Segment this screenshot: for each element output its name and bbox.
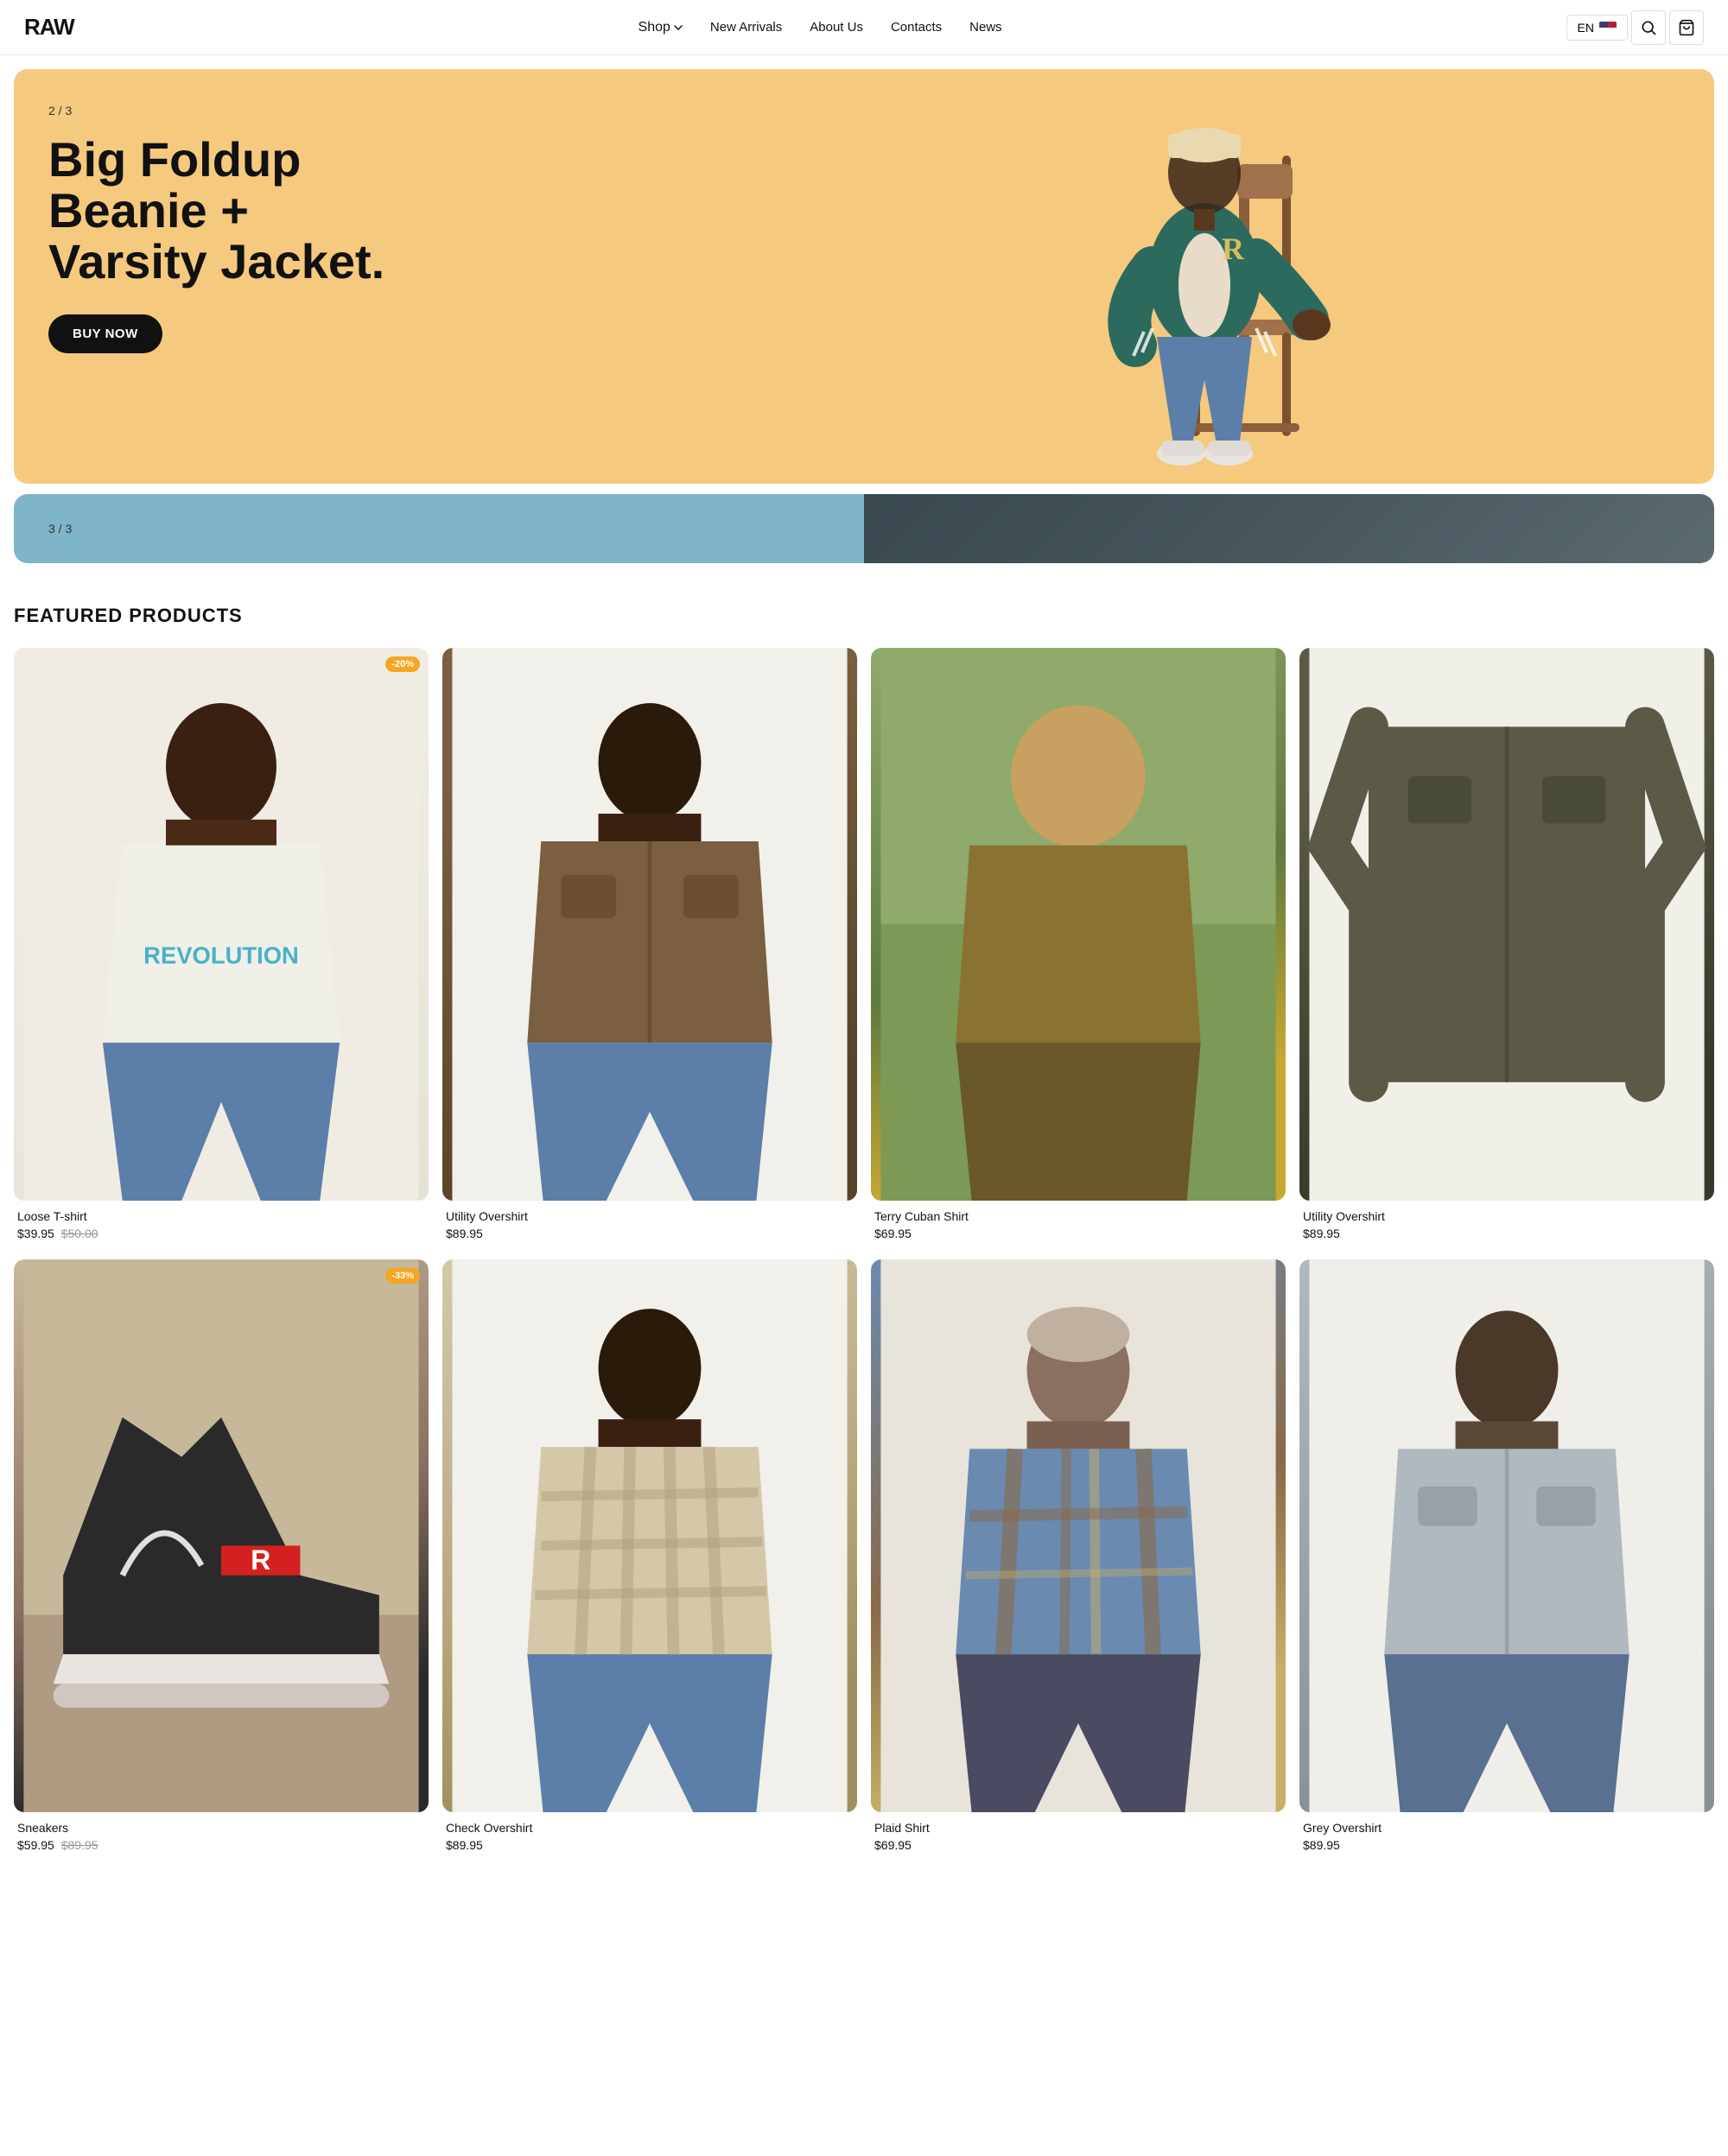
search-button[interactable] — [1631, 10, 1666, 45]
hero-model-svg: R — [1040, 86, 1369, 484]
product-price: $69.95 — [874, 1838, 1282, 1852]
hero-section: 2 / 3 Big FoldupBeanie +Varsity Jacket. … — [0, 55, 1728, 563]
discount-badge: -33% — [385, 1268, 420, 1284]
product-image: -33% R — [14, 1259, 429, 1812]
product-image — [442, 648, 857, 1201]
product-price: $89.95 — [446, 1838, 854, 1852]
product-card[interactable]: Check Overshirt $89.95 — [442, 1259, 857, 1857]
model-illustration: R — [1040, 86, 1369, 484]
product-image — [442, 1259, 857, 1812]
hero-slide-2[interactable]: 3 / 3 — [14, 494, 1714, 563]
cart-icon — [1678, 19, 1695, 36]
product-price: $89.95 — [446, 1227, 854, 1240]
discount-badge: -20% — [385, 656, 420, 672]
language-selector[interactable]: EN — [1566, 15, 1628, 41]
products-grid: -20% REVOLUTION Loose T-shirt $39.95 $50… — [14, 648, 1714, 1857]
brand-logo[interactable]: RAW — [24, 14, 74, 41]
product-image — [871, 1259, 1286, 1812]
section-title: FEATURED PRODUCTS — [14, 605, 1714, 627]
product-price: $59.95 $89.95 — [17, 1838, 425, 1852]
slide-title: Big FoldupBeanie +Varsity Jacket. — [48, 135, 384, 287]
product-name: Plaid Shirt — [874, 1821, 1282, 1835]
product-info: Sneakers $59.95 $89.95 — [14, 1812, 429, 1857]
buy-now-button[interactable]: BUY NOW — [48, 314, 162, 353]
product-card[interactable]: Terry Cuban Shirt $69.95 — [871, 648, 1286, 1246]
product-name: Loose T-shirt — [17, 1209, 425, 1223]
product-image — [871, 648, 1286, 1201]
svg-text:R: R — [1222, 231, 1245, 266]
svg-text:R: R — [251, 1544, 270, 1576]
product-info: Terry Cuban Shirt $69.95 — [871, 1201, 1286, 1246]
product-image: -20% REVOLUTION — [14, 648, 429, 1201]
product-card[interactable]: -33% R Sneakers $59.95 $89.95 — [14, 1259, 429, 1857]
product-info: Plaid Shirt $69.95 — [871, 1812, 1286, 1857]
hero-image-area: R — [694, 69, 1714, 484]
cart-button[interactable] — [1669, 10, 1704, 45]
search-icon — [1640, 19, 1657, 36]
product-card[interactable]: -20% REVOLUTION Loose T-shirt $39.95 $50… — [14, 648, 429, 1246]
product-card[interactable]: Grey Overshirt $89.95 — [1299, 1259, 1714, 1857]
preview-counter: 3 / 3 — [48, 522, 72, 536]
product-image — [1299, 648, 1714, 1201]
nav-shop[interactable]: Shop — [638, 20, 683, 35]
header-actions: EN — [1566, 10, 1704, 45]
product-name: Terry Cuban Shirt — [874, 1209, 1282, 1223]
product-card[interactable]: Plaid Shirt $69.95 — [871, 1259, 1286, 1857]
product-price: $89.95 — [1303, 1838, 1711, 1852]
slide-counter: 2 / 3 — [48, 104, 384, 117]
product-image — [1299, 1259, 1714, 1812]
nav-new-arrivals[interactable]: New Arrivals — [710, 20, 782, 35]
product-name: Sneakers — [17, 1821, 425, 1835]
svg-text:REVOLUTION: REVOLUTION — [143, 942, 299, 969]
nav-news[interactable]: News — [969, 20, 1002, 35]
main-nav: Shop New Arrivals About Us Contacts News — [638, 20, 1002, 35]
product-info: Utility Overshirt $89.95 — [442, 1201, 857, 1246]
original-price: $50.00 — [61, 1227, 98, 1240]
product-name: Check Overshirt — [446, 1821, 854, 1835]
product-info: Loose T-shirt $39.95 $50.00 — [14, 1201, 429, 1246]
product-price: $69.95 — [874, 1227, 1282, 1240]
product-info: Grey Overshirt $89.95 — [1299, 1812, 1714, 1857]
product-info: Utility Overshirt $89.95 — [1299, 1201, 1714, 1246]
site-header: RAW Shop New Arrivals About Us Contacts … — [0, 0, 1728, 55]
nav-about-us[interactable]: About Us — [810, 20, 863, 35]
product-price: $89.95 — [1303, 1227, 1711, 1240]
hero-slide-1: 2 / 3 Big FoldupBeanie +Varsity Jacket. … — [14, 69, 1714, 484]
preview-image — [864, 494, 1714, 563]
featured-products-section: FEATURED PRODUCTS -20% REVOLUTION Loose … — [0, 563, 1728, 1885]
product-name: Grey Overshirt — [1303, 1821, 1711, 1835]
product-card[interactable]: Utility Overshirt $89.95 — [442, 648, 857, 1246]
product-info: Check Overshirt $89.95 — [442, 1812, 857, 1857]
product-name: Utility Overshirt — [1303, 1209, 1711, 1223]
product-card[interactable]: Utility Overshirt $89.95 — [1299, 648, 1714, 1246]
product-name: Utility Overshirt — [446, 1209, 854, 1223]
flag-icon — [1599, 22, 1617, 34]
chevron-down-icon — [674, 25, 683, 30]
product-price: $39.95 $50.00 — [17, 1227, 425, 1240]
original-price: $89.95 — [61, 1838, 98, 1852]
slide-content: 2 / 3 Big FoldupBeanie +Varsity Jacket. … — [48, 104, 384, 353]
nav-contacts[interactable]: Contacts — [891, 20, 942, 35]
